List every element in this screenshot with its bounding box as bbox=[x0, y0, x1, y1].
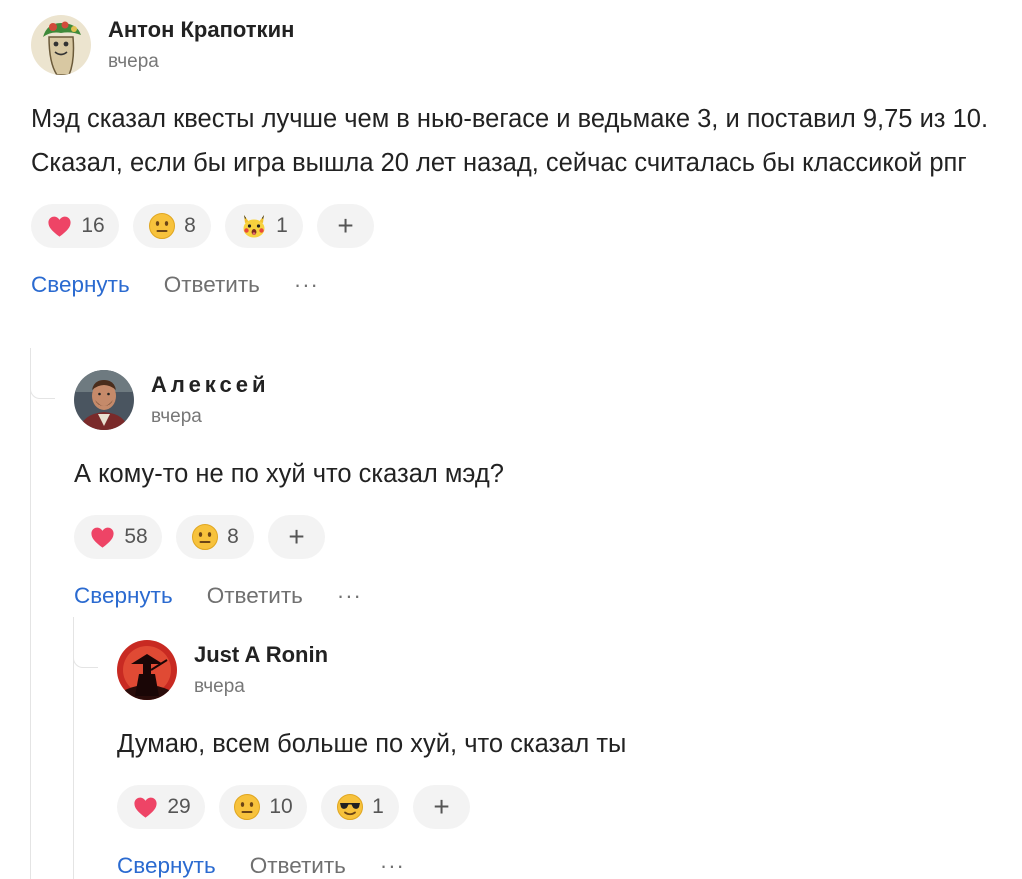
reaction-count: 8 bbox=[184, 214, 196, 237]
collapse-button[interactable]: Свернуть bbox=[31, 272, 130, 298]
thread-branch bbox=[73, 619, 98, 668]
reaction-count: 16 bbox=[81, 214, 105, 237]
collapse-button[interactable]: Свернуть bbox=[74, 583, 173, 609]
pikachu-shocked-icon bbox=[240, 212, 268, 240]
comment-header: Just A Ronin вчера bbox=[117, 640, 997, 700]
add-reaction-button[interactable]: + bbox=[268, 515, 325, 559]
reaction-count: 29 bbox=[167, 795, 191, 818]
timestamp: вчера bbox=[151, 406, 202, 427]
comment-reply: Just A Ronin вчера Думаю, всем больше по… bbox=[117, 640, 997, 879]
more-options-icon[interactable]: ··· bbox=[294, 272, 319, 298]
reaction-count: 1 bbox=[276, 214, 288, 237]
comment-text: А кому-то не по хуй что сказал мэд? bbox=[74, 460, 504, 488]
thread-branch bbox=[30, 350, 55, 399]
timestamp: вчера bbox=[108, 51, 159, 72]
reply-button[interactable]: Ответить bbox=[207, 583, 303, 609]
heart-icon bbox=[131, 793, 159, 821]
reaction-heart[interactable]: 58 bbox=[74, 515, 162, 559]
reaction-count: 10 bbox=[269, 795, 293, 818]
avatar[interactable] bbox=[74, 370, 134, 430]
avatar[interactable] bbox=[117, 640, 177, 700]
reaction-neutral-face[interactable]: 8 bbox=[133, 204, 211, 248]
neutral-face-icon bbox=[148, 212, 176, 240]
add-reaction-button[interactable]: + bbox=[317, 204, 374, 248]
comment-actions: Свернуть Ответить ··· bbox=[74, 583, 974, 609]
author-name[interactable]: Антон Крапоткин bbox=[108, 16, 294, 44]
comment-header: Алексей вчера bbox=[74, 370, 974, 430]
heart-icon bbox=[45, 212, 73, 240]
neutral-face-icon bbox=[233, 793, 261, 821]
avatar[interactable] bbox=[31, 15, 91, 75]
comment-actions: Свернуть Ответить ··· bbox=[117, 853, 997, 879]
neutral-face-icon bbox=[191, 523, 219, 551]
thread-line bbox=[30, 348, 31, 879]
reaction-heart[interactable]: 29 bbox=[117, 785, 205, 829]
reaction-neutral-face[interactable]: 10 bbox=[219, 785, 307, 829]
heart-icon bbox=[88, 523, 116, 551]
reaction-neutral-face[interactable]: 8 bbox=[176, 515, 254, 559]
comment-header: Антон Крапоткин вчера bbox=[31, 15, 991, 75]
comment-reply: Алексей вчера А кому-то не по хуй что ск… bbox=[74, 370, 974, 609]
reaction-pikachu[interactable]: 1 bbox=[225, 204, 303, 248]
timestamp: вчера bbox=[194, 676, 245, 697]
reaction-sunglasses-face[interactable]: 1 bbox=[321, 785, 399, 829]
reply-button[interactable]: Ответить bbox=[164, 272, 260, 298]
more-options-icon[interactable]: ··· bbox=[337, 583, 362, 609]
more-options-icon[interactable]: ··· bbox=[380, 853, 405, 879]
author-name[interactable]: Алексей bbox=[151, 371, 270, 399]
reaction-count: 58 bbox=[124, 525, 148, 548]
reply-button[interactable]: Ответить bbox=[250, 853, 346, 879]
comment-actions: Свернуть Ответить ··· bbox=[31, 272, 991, 298]
add-reaction-button[interactable]: + bbox=[413, 785, 470, 829]
reaction-count: 8 bbox=[227, 525, 239, 548]
comment-text: Думаю, всем больше по хуй, что сказал ты bbox=[117, 730, 627, 758]
comment: Антон Крапоткин вчера Мэд сказал квесты … bbox=[31, 15, 991, 298]
reactions: 16 8 1 + bbox=[31, 204, 991, 248]
reactions: 58 8 + bbox=[74, 515, 974, 559]
comment-text: Мэд сказал квесты лучше чем в нью-вегасе… bbox=[31, 105, 989, 177]
sunglasses-face-icon bbox=[336, 793, 364, 821]
reaction-heart[interactable]: 16 bbox=[31, 204, 119, 248]
author-name[interactable]: Just A Ronin bbox=[194, 641, 328, 669]
reactions: 29 10 1 + bbox=[117, 785, 997, 829]
reaction-count: 1 bbox=[372, 795, 384, 818]
collapse-button[interactable]: Свернуть bbox=[117, 853, 216, 879]
